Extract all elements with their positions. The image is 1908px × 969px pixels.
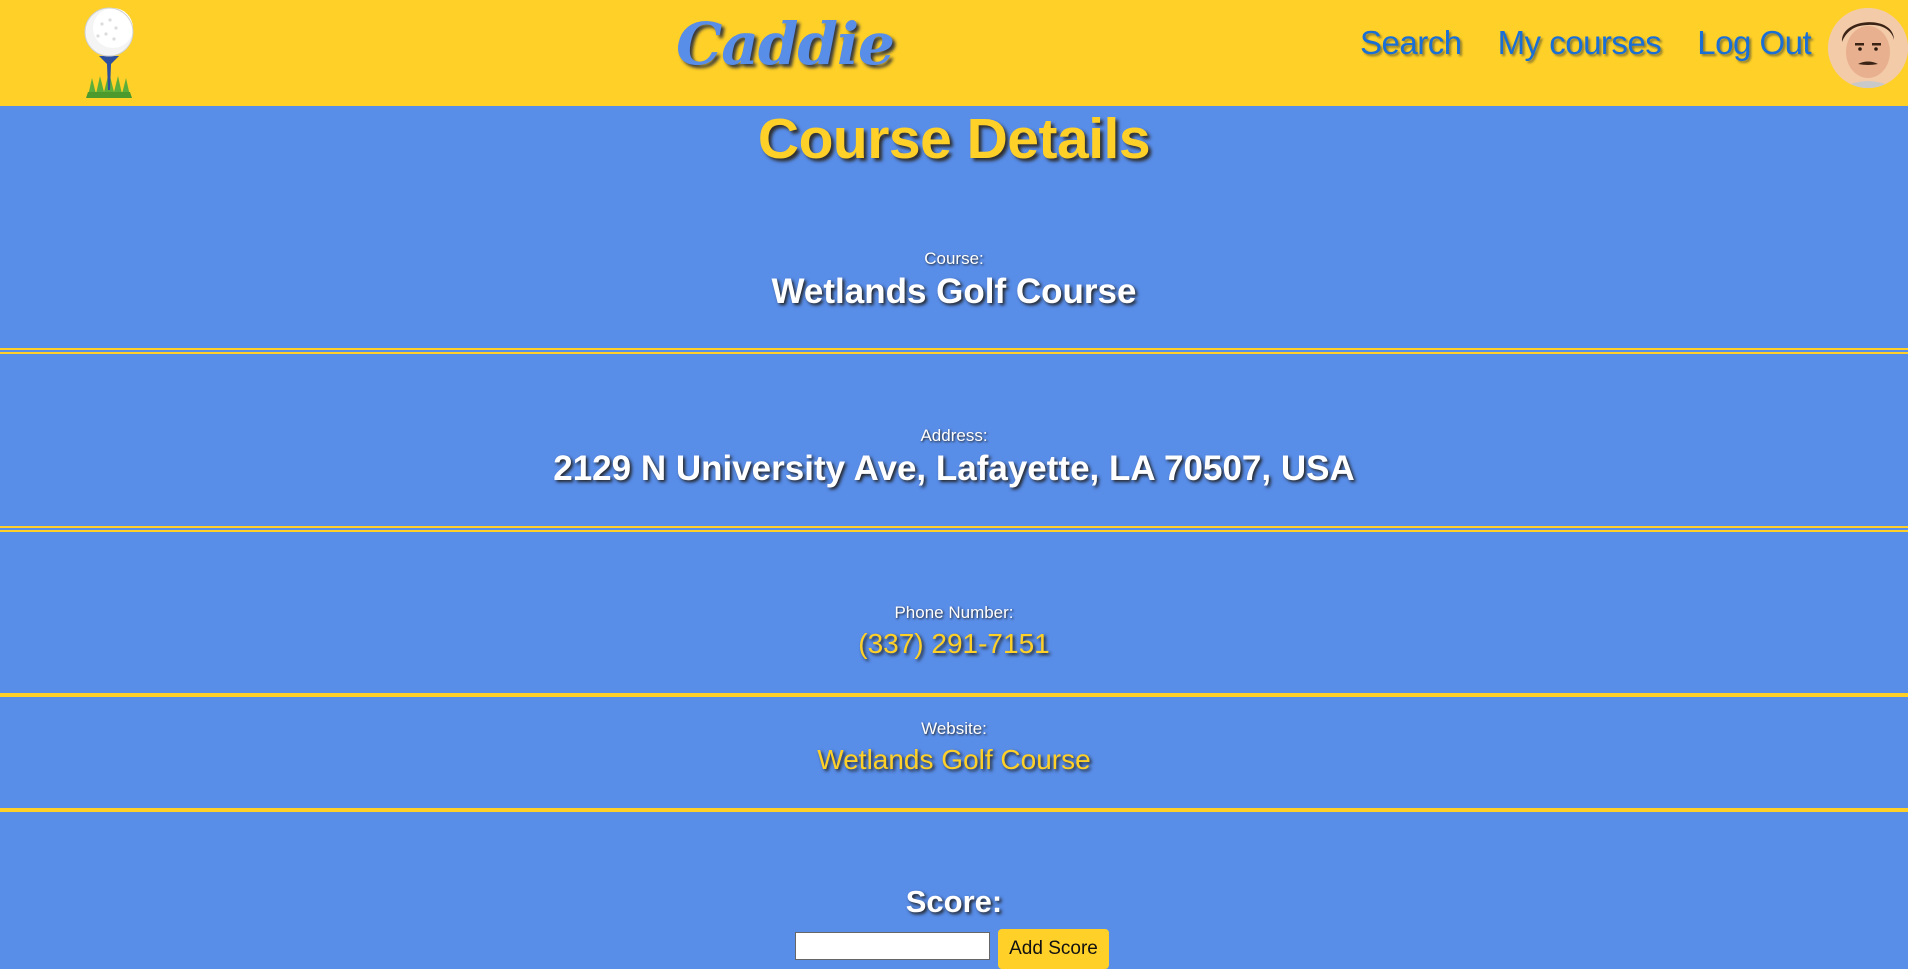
score-label: Score: — [905, 884, 1003, 919]
nav-link-log-out[interactable]: Log Out — [1697, 24, 1811, 62]
address-label: Address: — [920, 426, 988, 445]
course-address: 2129 N University Ave, Lafayette, LA 705… — [553, 449, 1355, 488]
course-label: Course: — [924, 249, 984, 268]
website-label: Website: — [921, 719, 987, 738]
course-name: Wetlands Golf Course — [771, 272, 1137, 311]
course-website-link[interactable]: Wetlands Golf Course — [0, 744, 1908, 776]
top-navbar: Caddie Search My courses Log Out — [0, 0, 1908, 106]
address-section: Address: 2129 N University Ave, Lafayett… — [0, 426, 1908, 489]
user-avatar[interactable] — [1828, 8, 1908, 88]
nav-links: Search My courses Log Out — [1360, 24, 1812, 62]
divider — [0, 693, 1908, 697]
nav-link-search[interactable]: Search — [1360, 24, 1462, 62]
page-title: Course Details — [757, 107, 1151, 171]
score-input[interactable] — [795, 932, 990, 960]
divider — [0, 526, 1908, 532]
nav-link-my-courses[interactable]: My courses — [1498, 24, 1662, 62]
divider — [0, 808, 1908, 812]
brand-title[interactable]: Caddie — [0, 10, 1570, 78]
phone-label: Phone Number: — [894, 603, 1014, 622]
add-score-button[interactable]: Add Score — [998, 929, 1109, 969]
course-name-section: Course: Wetlands Golf Course — [0, 249, 1908, 312]
website-section: Website: Wetlands Golf Course — [0, 719, 1908, 776]
course-phone-link[interactable]: (337) 291-7151 — [0, 628, 1908, 660]
divider — [0, 348, 1908, 354]
phone-section: Phone Number: (337) 291-7151 — [0, 603, 1908, 660]
